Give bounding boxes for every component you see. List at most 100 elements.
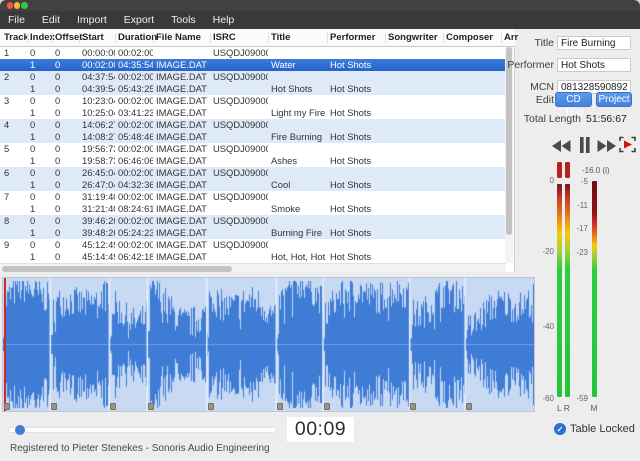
- vertical-scrollbar-thumb[interactable]: [506, 47, 512, 235]
- track-marker-flag[interactable]: [277, 403, 283, 410]
- table-row[interactable]: 60026:45:0400:02:00IMAGE.DATUSQDJ0900006: [0, 167, 506, 179]
- table-row[interactable]: 1014:08:2705:48:46IMAGE.DATFire BurningH…: [0, 131, 506, 143]
- position-slider[interactable]: [8, 427, 277, 433]
- track-marker-flag[interactable]: [148, 403, 154, 410]
- waveform-display[interactable]: [2, 277, 535, 412]
- column-separator: [52, 33, 53, 43]
- cell-offset: 0: [55, 119, 79, 131]
- close-button[interactable]: [7, 2, 14, 9]
- horizontal-scrollbar[interactable]: [0, 263, 506, 272]
- column-header-isrc[interactable]: ISRC: [213, 29, 236, 47]
- pause-button[interactable]: [579, 136, 591, 154]
- cell-start: 45:12:49: [82, 239, 115, 251]
- loudness-meter: [592, 181, 597, 397]
- horizontal-scrollbar-thumb[interactable]: [2, 266, 232, 272]
- fast-forward-button[interactable]: [596, 139, 616, 153]
- track-marker-flag[interactable]: [51, 403, 57, 410]
- track-marker-flag[interactable]: [208, 403, 214, 410]
- table-row[interactable]: 1026:47:0404:32:36IMAGE.DATCoolHot Shots: [0, 179, 506, 191]
- minimize-button[interactable]: [14, 2, 21, 9]
- track-marker-flag[interactable]: [410, 403, 416, 410]
- track-marker-flag[interactable]: [324, 403, 330, 410]
- title-field[interactable]: [557, 36, 631, 50]
- cell-offset: 0: [55, 59, 79, 71]
- clip-indicator-left[interactable]: [557, 162, 562, 178]
- cell-offset: 0: [55, 191, 79, 203]
- cell-start: 19:58:73: [82, 155, 115, 167]
- playhead-cursor[interactable]: [4, 278, 6, 411]
- column-header-duration[interactable]: Duration: [118, 29, 157, 47]
- column-header-title[interactable]: Title: [271, 29, 290, 47]
- track-marker-flag[interactable]: [110, 403, 116, 410]
- track-marker-flag[interactable]: [4, 403, 10, 410]
- rewind-button[interactable]: [552, 139, 572, 153]
- table-row[interactable]: 10000:00:0000:02:00USQDJ0900001: [0, 47, 506, 59]
- cell-track: 4: [4, 119, 27, 131]
- table-locked-label: Table Locked: [570, 423, 635, 435]
- column-header-file-name[interactable]: File Name: [156, 29, 201, 47]
- cell-isrc: USQDJ0900001: [213, 47, 268, 59]
- cell-index: 0: [30, 167, 52, 179]
- column-header-composer[interactable]: Composer: [446, 29, 493, 47]
- meter-scale-label: 0: [534, 176, 554, 185]
- waveform-canvas[interactable]: [3, 278, 534, 411]
- track-table: TrackIndexOffsetStartDurationFile NameIS…: [0, 29, 515, 272]
- cell-offset: 0: [55, 251, 79, 263]
- column-separator: [268, 33, 269, 43]
- table-row[interactable]: 90045:12:4900:02:00IMAGE.DATUSQDJ0900009: [0, 239, 506, 251]
- table-row[interactable]: 1039:48:2605:24:23IMAGE.DATBurning FireH…: [0, 227, 506, 239]
- column-header-performer[interactable]: Performer: [330, 29, 375, 47]
- menu-item-tools[interactable]: Tools: [166, 11, 201, 29]
- cell-start: 14:08:27: [82, 131, 115, 143]
- menu-item-file[interactable]: File: [3, 11, 30, 29]
- table-row[interactable]: 1031:21:4008:24:61IMAGE.DATSmokeHot Shot…: [0, 203, 506, 215]
- project-button[interactable]: Project: [596, 92, 632, 107]
- cell-start: 45:14:49: [82, 251, 115, 263]
- table-row[interactable]: 70031:19:4000:02:00IMAGE.DATUSQDJ0900007: [0, 191, 506, 203]
- cell-isrc: USQDJ0900005: [213, 143, 268, 155]
- table-row[interactable]: 1045:14:4906:42:18IMAGE.DATHot, Hot, Hot…: [0, 251, 506, 263]
- cell-index: 1: [30, 83, 52, 95]
- menu-item-import[interactable]: Import: [72, 11, 112, 29]
- meter-scale-label: -17: [568, 224, 588, 233]
- column-header-songwriter[interactable]: Songwriter: [388, 29, 438, 47]
- table-row[interactable]: 1010:25:0403:41:23IMAGE.DATLight my Fire…: [0, 107, 506, 119]
- zoom-button[interactable]: [21, 2, 28, 9]
- table-row[interactable]: 1000:02:0004:35:54IMAGE.DATWaterHot Shot…: [0, 59, 506, 71]
- cell-index: 1: [30, 107, 52, 119]
- cell-track: 3: [4, 95, 27, 107]
- column-header-track[interactable]: Track: [4, 29, 29, 47]
- menu-item-export[interactable]: Export: [119, 11, 159, 29]
- table-row[interactable]: 30010:23:0400:02:00IMAGE.DATUSQDJ0900003: [0, 95, 506, 107]
- menu-item-edit[interactable]: Edit: [37, 11, 65, 29]
- track-marker-flag[interactable]: [466, 403, 472, 410]
- cell-isrc: USQDJ0900002: [213, 71, 268, 83]
- column-header-start[interactable]: Start: [82, 29, 104, 47]
- cell-start: 10:23:04: [82, 95, 115, 107]
- table-row[interactable]: 80039:46:2600:02:00IMAGE.DATUSQDJ0900008: [0, 215, 506, 227]
- cell-duration: 06:46:06: [118, 155, 153, 167]
- table-row[interactable]: 1019:58:7306:46:06IMAGE.DATAshesHot Shot…: [0, 155, 506, 167]
- play-selection-button[interactable]: [619, 136, 636, 153]
- performer-field[interactable]: [557, 58, 631, 72]
- cell-offset: 0: [55, 71, 79, 83]
- titlebar: [0, 0, 640, 11]
- position-slider-thumb[interactable]: [15, 425, 25, 435]
- app-window: FileEditImportExportToolsHelp TrackIndex…: [0, 0, 640, 461]
- table-row[interactable]: 40014:06:2700:02:00IMAGE.DATUSQDJ0900004: [0, 119, 506, 131]
- cell-duration: 03:41:23: [118, 107, 153, 119]
- title-field-row: Title: [502, 36, 637, 50]
- level-meter-left: [557, 184, 562, 397]
- cell-file: IMAGE.DAT: [156, 215, 210, 227]
- table-locked-checkbox[interactable]: ✓ Table Locked: [554, 423, 635, 435]
- table-row[interactable]: 20004:37:5400:02:00IMAGE.DATUSQDJ0900002: [0, 71, 506, 83]
- cell-index: 0: [30, 119, 52, 131]
- cell-offset: 0: [55, 131, 79, 143]
- table-row[interactable]: 1004:39:5405:43:25IMAGE.DATHot ShotsHot …: [0, 83, 506, 95]
- table-row[interactable]: 50019:56:7300:02:00IMAGE.DATUSQDJ0900005: [0, 143, 506, 155]
- menu-item-help[interactable]: Help: [208, 11, 240, 29]
- time-display: 00:09: [287, 417, 354, 442]
- cell-duration: 00:02:00: [118, 95, 153, 107]
- cd-text-button[interactable]: CD Text: [555, 92, 592, 107]
- clip-indicator-right[interactable]: [565, 162, 570, 178]
